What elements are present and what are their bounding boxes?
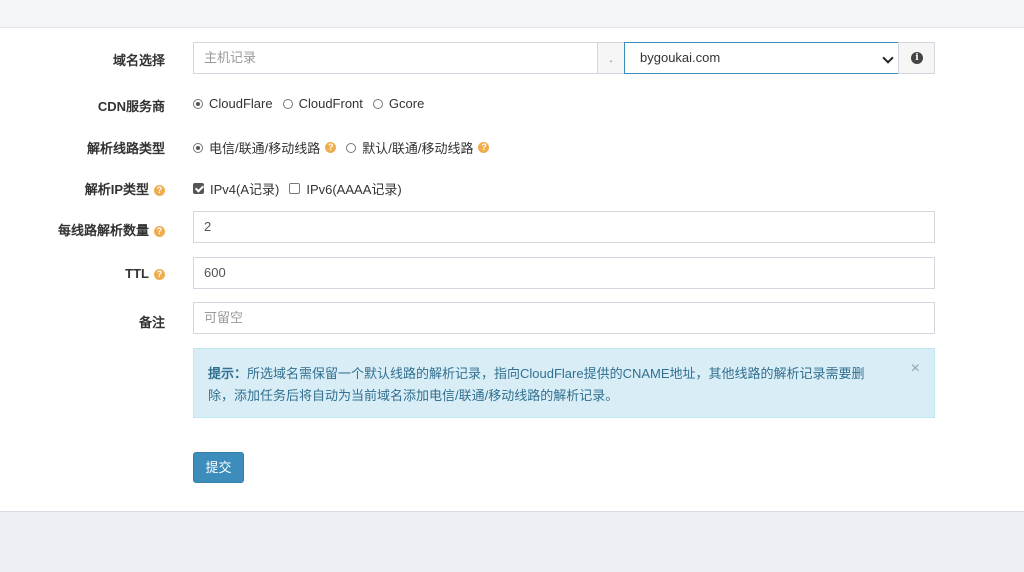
cdn-option-cloudflare[interactable]: CloudFlare — [193, 96, 273, 111]
info-alert: 提示：所选域名需保留一个默认线路的解析记录，指向CloudFlare提供的CNA… — [193, 348, 935, 418]
per-line-count-label-text: 每线路解析数量 — [57, 223, 149, 238]
cdn-option-gcore[interactable]: Gcore — [372, 96, 425, 111]
ip-type-option-ipv6[interactable]: IPv6(AAAA记录) — [289, 179, 402, 198]
ip-type-option-label: IPv6(AAAA记录) — [306, 182, 402, 197]
cdn-label: CDN服务商 — [97, 99, 165, 114]
cdn-option-label: CloudFlare — [209, 96, 273, 111]
question-circle-icon[interactable]: ? — [478, 142, 490, 153]
question-circle-icon[interactable]: ? — [154, 269, 165, 280]
remark-input[interactable]: 可留空 — [193, 302, 935, 334]
ip-type-checkbox-group: IPv4(A记录) IPv6(AAAA记录) — [193, 179, 412, 198]
close-icon[interactable]: × — [911, 361, 920, 377]
submit-button[interactable]: 提交 — [193, 452, 244, 483]
domain-select-value: bygoukai.com — [640, 50, 721, 65]
radio-icon[interactable] — [282, 98, 293, 109]
line-type-radio-group: 电信/联通/移动线路? 默认/联通/移动线路? — [193, 138, 499, 157]
host-record-input[interactable]: 主机记录 — [193, 42, 598, 74]
ttl-label: TTL? — [0, 266, 165, 281]
line-type-option-label: 电信/联通/移动线路 — [209, 141, 321, 156]
line-type-label: 解析线路类型 — [86, 141, 165, 156]
checkbox-checked-icon[interactable] — [193, 183, 204, 194]
radio-checked-icon[interactable] — [193, 98, 203, 109]
per-line-count-label: 每线路解析数量? — [0, 220, 165, 239]
domain-label: 域名选择 — [112, 53, 165, 68]
chevron-down-icon — [882, 52, 894, 64]
domain-select[interactable]: bygoukai.com — [624, 42, 899, 74]
ttl-label-text: TTL — [125, 266, 149, 281]
remark-label: 备注 — [138, 315, 165, 330]
line-type-option-label: 默认/联通/移动线路 — [362, 141, 474, 156]
info-circle-icon: i — [911, 52, 923, 64]
cdn-option-label: Gcore — [388, 96, 425, 111]
line-type-option-telecom[interactable]: 电信/联通/移动线路? — [193, 138, 337, 157]
checkbox-icon[interactable] — [289, 183, 301, 194]
alert-text-line2: 除，添加任务后将自动为当前域名添加电信/联通/移动线路的解析记录。 — [208, 388, 619, 403]
radio-icon[interactable] — [372, 98, 383, 109]
per-line-count-input[interactable]: 2 — [193, 211, 935, 243]
question-circle-icon[interactable]: ? — [325, 142, 337, 153]
ip-type-label-text: 解析IP类型 — [84, 182, 149, 197]
cdn-radio-group: CloudFlare CloudFront Gcore — [193, 96, 434, 111]
ip-type-option-ipv4[interactable]: IPv4(A记录) — [193, 179, 279, 198]
question-circle-icon[interactable]: ? — [154, 226, 165, 237]
alert-title: 提示： — [208, 366, 248, 381]
top-bar — [0, 0, 1024, 28]
ip-type-option-label: IPv4(A记录) — [210, 182, 280, 197]
dot-separator: . — [597, 42, 625, 74]
radio-checked-icon[interactable] — [193, 142, 203, 153]
alert-text-line1: 所选域名需保留一个默认线路的解析记录，指向CloudFlare提供的CNAME地… — [247, 366, 865, 381]
cdn-option-cloudfront[interactable]: CloudFront — [282, 96, 363, 111]
line-type-option-default[interactable]: 默认/联通/移动线路? — [346, 138, 490, 157]
ip-type-label: 解析IP类型? — [0, 179, 165, 198]
cdn-option-label: CloudFront — [298, 96, 363, 111]
domain-info-button[interactable]: i — [898, 42, 935, 74]
radio-icon[interactable] — [346, 142, 357, 153]
ttl-input[interactable]: 600 — [193, 257, 935, 289]
question-circle-icon[interactable]: ? — [154, 185, 165, 196]
